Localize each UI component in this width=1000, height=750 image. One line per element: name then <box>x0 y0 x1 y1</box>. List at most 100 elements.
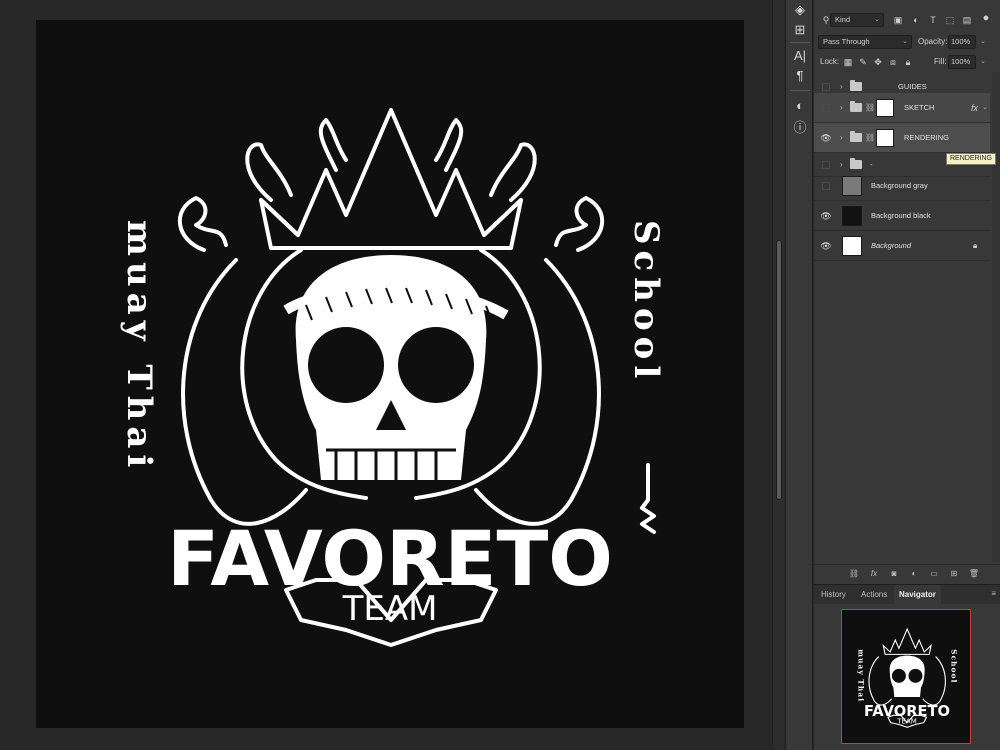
tab-history[interactable]: History <box>816 585 851 605</box>
layer-row-sketch[interactable]: › ⛓ SKETCH fx ⌄ <box>814 93 990 123</box>
visibility-toggle[interactable] <box>822 182 830 190</box>
chevron-down-icon[interactable]: ⌄ <box>982 93 988 123</box>
layers-scrollbar[interactable] <box>992 72 1000 562</box>
right-swirl <box>554 196 605 252</box>
navigator-preview[interactable]: muay Thai School FAVORETO TEAM <box>841 609 971 744</box>
fill-value: 100% <box>951 57 971 66</box>
delete-layer-icon[interactable]: 🗑︎ <box>968 568 980 580</box>
tool-divider <box>790 90 810 91</box>
chevron-right-icon[interactable]: › <box>840 158 848 172</box>
lock-move-icon[interactable]: ✥ <box>872 56 884 68</box>
left-vertical-text: muay Thai <box>119 220 159 473</box>
blend-mode-label: Pass Through <box>823 37 870 46</box>
layer-row-background-black[interactable]: 👁︎ Background black <box>814 201 990 231</box>
layer-name: SKETCH <box>904 103 935 112</box>
chevron-down-icon: ⌄ <box>874 16 880 23</box>
folder-icon <box>850 131 862 142</box>
chevron-down-icon[interactable]: ⌄ <box>980 57 986 65</box>
chevron-right-icon[interactable]: › <box>840 101 848 115</box>
document-canvas[interactable]: muay Thai School FAVORETO TEAM <box>36 20 744 728</box>
lock-icon: 🔒︎ <box>973 241 978 250</box>
adjust-icon[interactable]: ◐ <box>790 96 810 116</box>
visibility-toggle[interactable] <box>822 161 830 169</box>
visibility-toggle[interactable] <box>822 104 830 112</box>
fill-input[interactable]: 100% <box>948 55 976 69</box>
arrange-icon[interactable]: ◈ <box>790 0 810 20</box>
brand-sub-text: TEAM <box>342 589 438 629</box>
opacity-label: Opacity: <box>918 37 948 46</box>
layer-row-background[interactable]: 👁︎ Background 🔒︎ <box>814 231 990 261</box>
lock-transparent-icon[interactable]: ▦ <box>842 56 854 68</box>
layer-thumbnail[interactable] <box>842 176 862 196</box>
right-vertical-text: School <box>626 220 666 384</box>
filter-shape-icon[interactable]: ⬚ <box>944 14 956 26</box>
new-group-icon[interactable]: ▭ <box>928 568 940 580</box>
link-layers-icon[interactable]: ⛓ <box>848 568 860 580</box>
opacity-input[interactable]: 100% <box>948 35 976 49</box>
folder-icon <box>850 101 862 112</box>
filter-adjust-icon[interactable]: ◐ <box>910 14 922 26</box>
layer-name: RENDERING <box>904 133 950 142</box>
lock-artboard-icon[interactable]: ⧈ <box>887 56 899 68</box>
opacity-value: 100% <box>951 37 971 46</box>
lock-brush-icon[interactable]: ✎ <box>857 56 869 68</box>
filter-pixel-icon[interactable]: ▣ <box>892 14 904 26</box>
layer-mask-thumbnail[interactable] <box>876 129 894 147</box>
panel-menu-icon[interactable]: ≡ <box>991 589 996 598</box>
filter-kind-select[interactable]: Kind ⌄ <box>830 13 884 27</box>
eye-icon[interactable]: 👁︎ <box>820 240 832 252</box>
info-icon[interactable]: ⓘ <box>790 118 810 138</box>
visibility-toggle[interactable] <box>822 83 830 91</box>
scrollbar-thumb[interactable] <box>776 240 782 500</box>
blend-mode-select[interactable]: Pass Through ⌄ <box>818 35 912 49</box>
skull-illustration <box>283 255 509 480</box>
left-swirl <box>177 196 228 252</box>
layer-thumbnail[interactable] <box>842 236 862 256</box>
layer-name: Background black <box>871 211 931 220</box>
eye-icon[interactable]: 👁︎ <box>820 132 832 144</box>
new-adjustment-icon[interactable]: ◐ <box>908 568 920 580</box>
chevron-right-icon[interactable]: › <box>840 80 848 94</box>
layer-thumbnail[interactable] <box>842 206 862 226</box>
add-style-icon[interactable]: fx <box>868 568 880 580</box>
layer-row-rendering[interactable]: 👁︎ › ⛓ RENDERING <box>814 123 990 153</box>
navigator-thumbnail: muay Thai School FAVORETO TEAM <box>856 627 959 728</box>
layer-mask-thumbnail[interactable] <box>876 99 894 117</box>
bottom-panel-tabs: History Actions Navigator ≡ <box>814 584 1000 605</box>
pattern-icon[interactable]: ⊞ <box>790 20 810 40</box>
chevron-down-icon: ⌄ <box>902 38 908 45</box>
nav-left-text: muay Thai <box>856 649 865 702</box>
fx-icon[interactable]: fx <box>971 93 978 123</box>
crown-shape <box>259 108 523 250</box>
new-layer-icon[interactable]: ⊞ <box>948 568 960 580</box>
lock-all-icon[interactable]: 🔒︎ <box>902 56 914 68</box>
filter-type-icon[interactable]: T <box>927 14 939 26</box>
canvas-vertical-scrollbar[interactable] <box>772 0 784 750</box>
filter-kind-label: Kind <box>835 15 851 24</box>
lock-label: Lock: <box>820 57 840 66</box>
filter-toggle-icon[interactable]: ● <box>980 12 992 24</box>
link-icon: ⛓ <box>865 103 876 112</box>
tab-navigator[interactable]: Navigator <box>894 585 941 605</box>
filter-smart-icon[interactable]: ▤ <box>961 14 973 26</box>
eye-icon[interactable]: 👁︎ <box>820 210 832 222</box>
layer-row-background-gray[interactable]: Background gray <box>814 171 990 201</box>
chevron-right-icon[interactable]: › <box>840 131 848 145</box>
layer-filter-bar: ⚲ Kind ⌄ ▣ ◐ T ⬚ ▤ ● <box>814 12 1000 28</box>
layer-name: Background <box>871 241 912 250</box>
photoshop-window: muay Thai School FAVORETO TEAM ◈ ⊞ A| ¶ … <box>0 0 1000 750</box>
tab-actions[interactable]: Actions <box>856 585 892 605</box>
lock-bar: Lock: ▦ ✎ ✥ ⧈ 🔒︎ Fill: 100% ⌄ <box>814 54 1000 70</box>
character-icon[interactable]: A| <box>790 46 810 66</box>
canvas-workspace[interactable]: muay Thai School FAVORETO TEAM <box>0 0 772 750</box>
chevron-down-icon[interactable]: ⌄ <box>980 37 986 45</box>
layer-name-tooltip: RENDERING <box>946 153 997 165</box>
tool-divider <box>790 42 810 43</box>
panel-icon-strip: ◈ ⊞ A| ¶ ◐ ⓘ <box>785 0 813 750</box>
layer-name: Background gray <box>871 181 928 190</box>
layers-footer: ⛓ fx ◙ ◐ ▭ ⊞ 🗑︎ <box>814 564 1000 582</box>
tooltip-text: RENDERING <box>950 155 993 162</box>
paragraph-icon[interactable]: ¶ <box>790 66 810 86</box>
folder-icon <box>850 158 862 169</box>
add-mask-icon[interactable]: ◙ <box>888 568 900 580</box>
